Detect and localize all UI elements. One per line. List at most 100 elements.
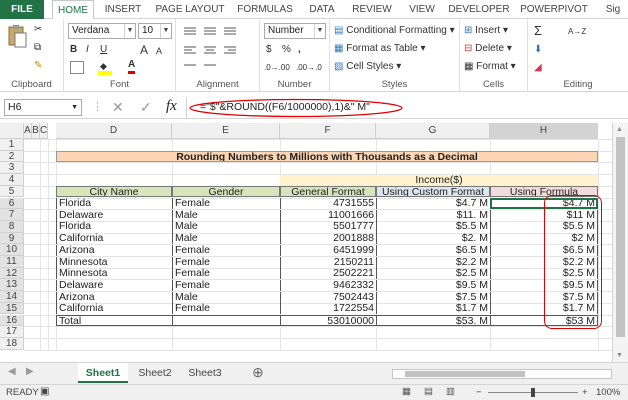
table-header-1[interactable]: Gender — [172, 186, 280, 198]
copy-button[interactable]: ⧉ — [34, 41, 41, 55]
table-cell[interactable]: $6.5 M — [376, 244, 490, 256]
tab-home[interactable]: HOME — [52, 0, 94, 20]
tab-review[interactable]: REVIEW — [346, 0, 398, 19]
table-cell[interactable]: Minnesota — [56, 256, 172, 268]
table-cell[interactable]: Female — [172, 279, 280, 292]
row-header-17[interactable]: 17 — [0, 326, 24, 338]
row-header-11[interactable]: 11 — [0, 256, 24, 268]
total-cell[interactable]: $53. M — [376, 315, 490, 327]
table-cell[interactable]: 2001888 — [280, 233, 376, 245]
table-cell[interactable]: $9.5 M — [376, 279, 490, 292]
fill-button[interactable]: ⬇ — [534, 43, 542, 57]
tab-formulas[interactable]: FORMULAS — [232, 0, 298, 19]
cancel-icon[interactable]: ✕ — [112, 99, 124, 116]
row-header-14[interactable]: 14 — [0, 291, 24, 303]
currency-button[interactable]: $ — [266, 43, 272, 57]
tab-data[interactable]: DATA — [302, 0, 342, 19]
income-header[interactable]: Income($) — [280, 174, 598, 186]
enter-icon[interactable]: ✓ — [140, 99, 152, 116]
tab-file[interactable]: FILE — [0, 0, 44, 19]
table-cell[interactable]: $1.7 M — [376, 303, 490, 315]
clear-button[interactable]: ◢ — [534, 61, 542, 75]
total-cell[interactable]: 53010000 — [280, 315, 376, 327]
table-cell[interactable]: $2.2 M — [376, 256, 490, 268]
autosum-button[interactable]: Σ — [534, 24, 542, 38]
tab-powerpivot[interactable]: POWERPIVOT — [516, 0, 592, 19]
tab-insert[interactable]: INSERT — [98, 0, 148, 19]
column-header-g[interactable]: G — [376, 123, 490, 139]
increase-decimal-button[interactable]: .0→.00 — [264, 61, 290, 75]
font-size-combo[interactable]: 10 ▼ — [138, 23, 172, 39]
number-format-combo[interactable]: Number ▼ — [264, 23, 326, 39]
normal-view-icon[interactable]: ▦ — [402, 384, 411, 399]
table-cell[interactable]: Delaware — [56, 209, 172, 221]
table-cell[interactable]: Female — [172, 303, 280, 315]
row-header-13[interactable]: 13 — [0, 279, 24, 292]
table-cell[interactable]: 1722554 — [280, 303, 376, 315]
total-cell[interactable] — [172, 315, 280, 327]
shrink-font-button[interactable]: A — [156, 44, 162, 58]
row-header-4[interactable]: 4 — [0, 174, 24, 186]
font-name-combo[interactable]: Verdana ▼ — [68, 23, 136, 39]
row-header-1[interactable]: 1 — [0, 139, 24, 151]
column-header-a[interactable]: A — [24, 123, 32, 139]
table-cell[interactable]: $2. M — [376, 233, 490, 245]
sheet-tab-sheet1[interactable]: Sheet1 — [78, 363, 128, 383]
row-header-12[interactable]: 12 — [0, 267, 24, 280]
table-cell[interactable]: Female — [172, 198, 280, 210]
format-as-table-button[interactable]: ▦ Format as Table ▾ — [334, 42, 426, 56]
column-header-h[interactable]: H — [490, 123, 598, 139]
scrollbar-thumb[interactable] — [616, 137, 625, 337]
row-header-15[interactable]: 15 — [0, 302, 24, 315]
cell-styles-button[interactable]: ▧ Cell Styles ▾ — [334, 60, 401, 74]
table-cell[interactable]: Arizona — [56, 244, 172, 256]
zoom-slider[interactable] — [488, 388, 578, 397]
decrease-decimal-button[interactable]: .00→.0 — [296, 61, 322, 75]
row-header-5[interactable]: 5 — [0, 185, 24, 198]
cut-button[interactable]: ✂ — [34, 23, 42, 37]
table-cell[interactable]: 9462332 — [280, 279, 376, 292]
insert-function-button[interactable]: fx — [166, 98, 177, 115]
table-header-3[interactable]: Using Custom Format — [376, 186, 490, 198]
table-cell[interactable]: California — [56, 233, 172, 245]
table-cell[interactable]: 11001666 — [280, 209, 376, 221]
table-cell[interactable]: 4731555 — [280, 198, 376, 210]
table-header-2[interactable]: General Format — [280, 186, 376, 198]
tab-developer[interactable]: DEVELOPER — [446, 0, 512, 19]
format-painter-button[interactable]: ✎ — [34, 59, 42, 73]
tab-sign-in[interactable]: Sig — [598, 0, 628, 19]
table-cell[interactable]: 5501777 — [280, 221, 376, 233]
table-cell[interactable]: Female — [172, 256, 280, 268]
table-cell[interactable]: 6451999 — [280, 244, 376, 256]
page-layout-view-icon[interactable]: ▤ — [424, 384, 433, 399]
table-cell[interactable]: $5.5 M — [376, 221, 490, 233]
scroll-down-icon[interactable]: ▼ — [616, 352, 623, 359]
alignment-buttons[interactable] — [182, 25, 254, 73]
table-cell[interactable]: Male — [172, 291, 280, 303]
table-cell[interactable]: $4.7 M — [376, 198, 490, 210]
sort-filter-button[interactable]: A→Z — [568, 25, 586, 39]
table-cell[interactable]: Delaware — [56, 279, 172, 292]
table-cell[interactable]: 7502443 — [280, 291, 376, 303]
font-color-button[interactable]: A — [128, 59, 136, 74]
table-cell[interactable]: 2502221 — [280, 268, 376, 280]
table-cell[interactable]: Minnesota — [56, 268, 172, 280]
row-header-8[interactable]: 8 — [0, 220, 24, 233]
tab-view[interactable]: VIEW — [402, 0, 442, 19]
scroll-right-icon[interactable]: ▶ — [26, 366, 34, 377]
column-header-b[interactable]: B — [32, 123, 40, 139]
select-all-corner[interactable] — [0, 123, 24, 139]
conditional-formatting-button[interactable]: ▤ Conditional Formatting ▾ — [334, 24, 455, 38]
grow-font-button[interactable]: A — [140, 43, 148, 57]
table-cell[interactable]: $2.5 M — [376, 268, 490, 280]
table-header-0[interactable]: City Name — [56, 186, 172, 198]
page-break-view-icon[interactable]: ▥ — [446, 384, 455, 399]
percent-button[interactable]: % — [282, 43, 291, 57]
row-header-9[interactable]: 9 — [0, 232, 24, 245]
insert-cells-button[interactable]: ⊞ Insert ▾ — [464, 24, 508, 38]
underline-button[interactable]: U — [100, 43, 107, 57]
table-cell[interactable]: $7.5 M — [376, 291, 490, 303]
table-cell[interactable]: Male — [172, 221, 280, 233]
table-cell[interactable]: $11. M — [376, 209, 490, 221]
total-cell[interactable]: Total — [56, 315, 172, 327]
